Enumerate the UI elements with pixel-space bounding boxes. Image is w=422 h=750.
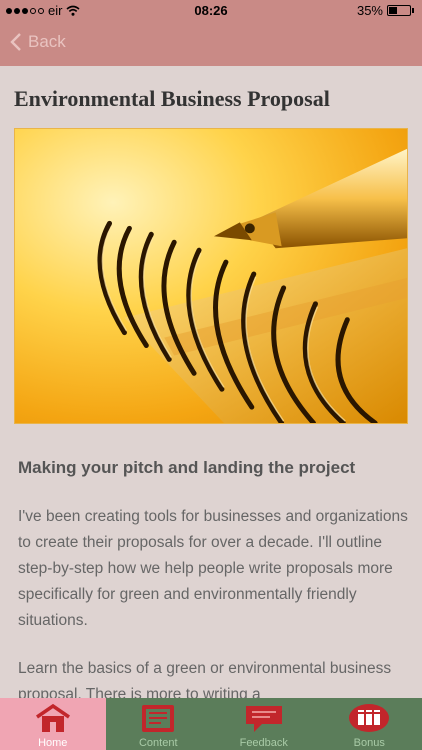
battery-percent: 35% [356, 3, 383, 18]
page-title: Environmental Business Proposal [14, 86, 330, 111]
tab-bar: Home Content Feedback Bonus [0, 698, 422, 750]
tab-feedback[interactable]: Feedback [211, 698, 317, 750]
battery-tip [412, 8, 414, 13]
pen-and-notebook-illustration [97, 148, 407, 423]
navigation-bar: Back [0, 22, 422, 66]
second-paragraph: Learn the basics of a green or environme… [18, 660, 392, 698]
tab-content[interactable]: Content [106, 698, 212, 750]
section-heading: Making your pitch and landing the projec… [18, 458, 356, 477]
feedback-icon [245, 706, 282, 732]
tab-home[interactable]: Home [0, 698, 106, 750]
chevron-left-icon [10, 33, 21, 51]
back-button[interactable]: Back [10, 32, 66, 52]
tab-label-content: Content [138, 737, 178, 749]
tab-label-feedback: Feedback [239, 737, 288, 749]
scroll-content[interactable]: Environmental Business Proposal Making y… [0, 66, 422, 698]
tab-label-bonus: Bonus [353, 737, 385, 749]
home-icon [35, 703, 70, 732]
battery-fill [389, 7, 397, 14]
status-right: 35% [357, 3, 414, 18]
hero-image [14, 128, 408, 424]
bonus-icon [349, 704, 390, 732]
status-bar: eir 08:26 35% [0, 0, 422, 22]
tab-label-home: Home [38, 737, 68, 749]
intro-paragraph: I've been creating tools for businesses … [18, 508, 408, 629]
back-label: Back [28, 32, 66, 51]
tab-bonus[interactable]: Bonus [317, 698, 422, 750]
content-icon [142, 705, 175, 732]
battery-icon [387, 5, 411, 16]
